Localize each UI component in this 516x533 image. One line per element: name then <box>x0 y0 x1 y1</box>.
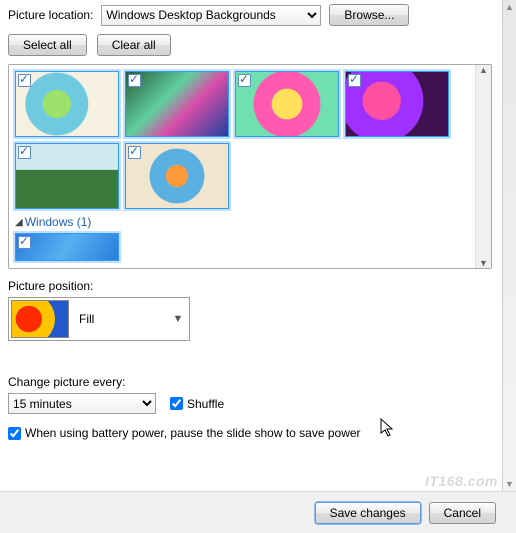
scroll-up-icon: ▲ <box>479 65 488 75</box>
picture-location-label: Picture location: <box>8 8 93 22</box>
save-changes-button[interactable]: Save changes <box>315 502 421 524</box>
select-all-button[interactable]: Select all <box>8 34 87 56</box>
scroll-down-icon: ▼ <box>505 477 514 491</box>
battery-option[interactable]: When using battery power, pause the slid… <box>8 426 492 440</box>
section-header-windows[interactable]: ◢ Windows (1) <box>15 215 485 229</box>
position-value: Fill <box>69 312 169 326</box>
scroll-up-icon: ▲ <box>505 0 514 14</box>
wallpaper-thumb[interactable] <box>125 71 229 137</box>
scroll-down-icon: ▼ <box>479 258 488 268</box>
battery-checkbox[interactable] <box>8 427 21 440</box>
window-scrollbar[interactable]: ▲ ▼ <box>502 0 516 491</box>
wallpaper-thumb[interactable] <box>345 71 449 137</box>
thumb-checkbox[interactable] <box>18 74 31 87</box>
gallery-scrollbar[interactable]: ▲ ▼ <box>475 65 491 268</box>
thumb-checkbox[interactable] <box>238 74 251 87</box>
thumb-checkbox[interactable] <box>128 74 141 87</box>
shuffle-option[interactable]: Shuffle <box>170 397 224 411</box>
thumb-checkbox[interactable] <box>18 146 31 159</box>
collapse-icon: ◢ <box>15 217 23 228</box>
wallpaper-thumb[interactable] <box>15 71 119 137</box>
cancel-button[interactable]: Cancel <box>429 502 496 524</box>
wallpaper-thumb[interactable] <box>125 143 229 209</box>
change-interval-select[interactable]: 15 minutes <box>8 393 156 414</box>
wallpaper-gallery: ◢ Windows (1) ▲ ▼ <box>8 64 492 269</box>
watermark: IT168.com <box>425 473 498 489</box>
wallpaper-thumb-windows[interactable] <box>15 233 119 261</box>
picture-location-select[interactable]: Windows Desktop Backgrounds <box>101 5 321 26</box>
thumb-checkbox[interactable] <box>18 236 31 249</box>
position-preview-icon <box>11 300 69 338</box>
footer-bar: Save changes Cancel <box>0 491 516 533</box>
shuffle-checkbox[interactable] <box>170 397 183 410</box>
wallpaper-thumb[interactable] <box>235 71 339 137</box>
browse-button[interactable]: Browse... <box>329 4 409 26</box>
wallpaper-thumb[interactable] <box>15 143 119 209</box>
thumb-checkbox[interactable] <box>128 146 141 159</box>
change-every-label: Change picture every: <box>8 375 492 389</box>
clear-all-button[interactable]: Clear all <box>97 34 171 56</box>
picture-position-select[interactable]: Fill ▼ <box>8 297 190 341</box>
chevron-down-icon: ▼ <box>169 313 187 325</box>
thumb-checkbox[interactable] <box>348 74 361 87</box>
picture-position-label: Picture position: <box>8 279 492 293</box>
